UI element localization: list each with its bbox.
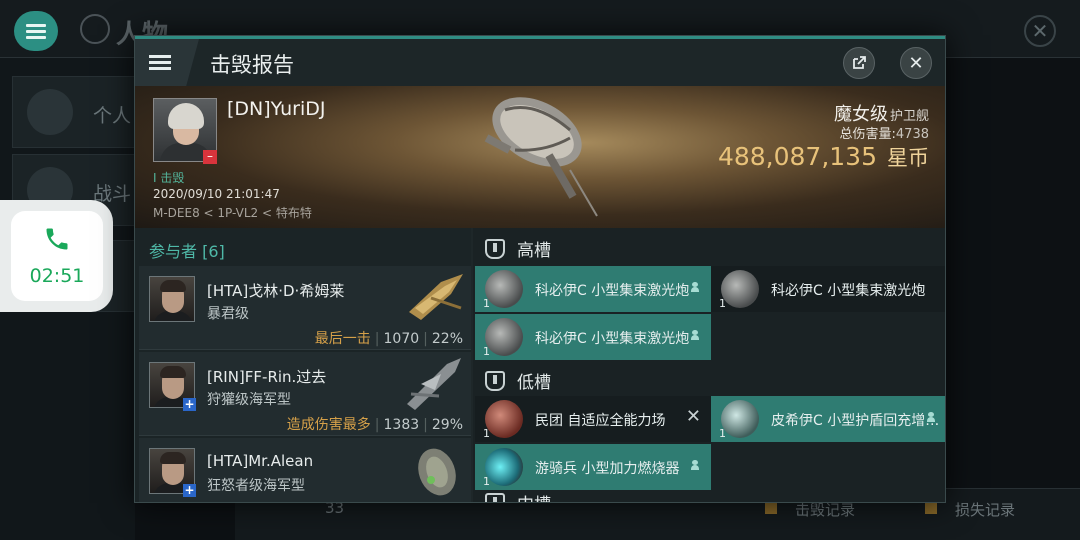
participant-ship: 暴君级	[207, 306, 249, 322]
call-timer: 02:51	[29, 265, 85, 287]
module-label: 科必伊C 小型集束激光炮	[535, 331, 690, 347]
participant-ship: 狂怒者级海军型	[207, 478, 305, 494]
module-slot[interactable]: 1 民团 自适应全能力场 ✕	[475, 396, 711, 442]
dialog-close-button[interactable]: ✕	[900, 47, 932, 79]
mid-slots-header: 中槽	[485, 490, 551, 502]
call-indicator[interactable]: 02:51	[0, 200, 113, 312]
participant-ship-icon	[409, 274, 463, 320]
fitting-panel[interactable]: 高槽 1 科必伊C 小型集束激光炮 1 科必伊C 小型集束激光炮 1 科必伊C …	[473, 228, 945, 502]
person-icon	[691, 460, 699, 470]
victim-name[interactable]: [DN]YuriDJ	[227, 98, 325, 120]
loss-log-tab[interactable]: 损失记录	[955, 499, 1015, 520]
module-slot[interactable]: 1 皮希伊C 小型护盾回充增…	[711, 396, 945, 442]
shield-module-icon	[485, 400, 523, 438]
participant-stats: 造成伤害最多 | 1383 | 29%	[286, 417, 463, 433]
participant-row[interactable]: + [HTA]Mr.Alean 狂怒者级海军型	[139, 438, 471, 502]
module-label: 游骑兵 小型加力燃烧器	[535, 461, 680, 477]
sidebar-item-label: 个人	[93, 105, 132, 127]
module-quantity: 1	[719, 297, 726, 310]
participant-row[interactable]: [HTA]戈林·D·希姆莱 暴君级 最后一击 | 1070 | 22%	[139, 266, 471, 350]
low-slots-header: 低槽	[485, 368, 551, 393]
module-quantity: 1	[483, 427, 490, 440]
kill-datetime: 2020/09/10 21:01:47	[153, 187, 280, 201]
laser-module-icon	[485, 318, 523, 356]
module-label: 科必伊C 小型集束激光炮	[771, 283, 926, 299]
dialog-header: 击毁报告 ✕	[135, 36, 945, 86]
share-icon	[853, 56, 866, 69]
victim-banner: – [DN]YuriDJ I 击毁 2020/09/10 21:01:47 M-…	[135, 86, 945, 228]
close-icon: ✕	[908, 52, 924, 74]
main-menu-button[interactable]	[14, 11, 58, 51]
module-slot[interactable]: 1 科必伊C 小型集束激光炮	[711, 266, 945, 312]
destroyed-label: I 击毁	[153, 171, 185, 185]
shield-booster-icon	[721, 400, 759, 438]
participant-row[interactable]: + [RIN]FF-Rin.过去 狩獾级海军型 造成伤害最多 | 1383 | 29%	[139, 352, 471, 436]
kill-log-icon	[765, 502, 777, 514]
dialog-menu-button[interactable]	[135, 39, 199, 86]
isk-value: 488,087,135 星币	[717, 142, 929, 171]
call-card[interactable]: 02:51	[11, 211, 103, 301]
character-icon	[80, 14, 110, 44]
destroyed-icon: ✕	[685, 406, 701, 427]
plus-icon: +	[183, 397, 196, 411]
participant-ship-icon	[407, 358, 461, 410]
kill-location[interactable]: M-DEE8 < 1P-VL2 < 特布特	[153, 204, 312, 221]
menu-icon	[149, 52, 171, 73]
person-icon	[927, 412, 935, 422]
slot-icon	[485, 492, 505, 502]
participant-avatar	[149, 276, 195, 322]
menu-icon	[26, 21, 46, 42]
participant-name: [HTA]Mr.Alean	[207, 452, 314, 470]
module-label: 科必伊C 小型集束激光炮	[535, 283, 690, 299]
slot-icon	[485, 370, 505, 391]
module-quantity: 1	[483, 345, 490, 358]
participants-header: 参与者 [6]	[149, 242, 225, 261]
high-slots-header: 高槽	[485, 236, 551, 261]
person-icon	[691, 282, 699, 292]
laser-module-icon	[485, 270, 523, 308]
person-icon	[691, 330, 699, 340]
laser-module-icon	[721, 270, 759, 308]
afterburner-icon	[485, 448, 523, 486]
personal-icon	[27, 89, 73, 135]
loss-log-icon	[925, 502, 937, 514]
dialog-title: 击毁报告	[210, 53, 294, 77]
plus-icon: +	[183, 483, 196, 497]
share-button[interactable]	[843, 47, 875, 79]
slot-icon	[485, 238, 505, 259]
module-slot[interactable]: 1 游骑兵 小型加力燃烧器	[475, 444, 711, 490]
module-quantity: 1	[483, 297, 490, 310]
close-icon: ✕	[1031, 19, 1049, 43]
module-quantity: 1	[483, 475, 490, 488]
participant-name: [HTA]戈林·D·希姆莱	[207, 282, 345, 300]
victim-ship-image[interactable]	[475, 90, 615, 222]
total-damage: 总伤害量:4738	[839, 127, 929, 142]
participant-stats: 最后一击 | 1070 | 22%	[314, 331, 463, 347]
module-slot[interactable]: 1 科必伊C 小型集束激光炮	[475, 314, 711, 360]
kill-report-dialog: 击毁报告 ✕ – [DN]YuriDJ I 击毁 2020/09/10 21:0…	[134, 35, 946, 503]
module-label: 民团 自适应全能力场	[535, 413, 666, 429]
page-close-button[interactable]: ✕	[1024, 15, 1056, 47]
participant-ship-icon	[418, 448, 456, 496]
corp-badge-icon: –	[203, 150, 217, 164]
phone-icon	[46, 228, 68, 250]
participant-ship: 狩獾级海军型	[207, 392, 291, 408]
participants-panel[interactable]: 参与者 [6] [HTA]戈林·D·希姆莱 暴君级 最后一击 | 1070 | 22% …	[135, 228, 471, 502]
module-slot[interactable]: 1 科必伊C 小型集束激光炮	[475, 266, 711, 312]
participant-name: [RIN]FF-Rin.过去	[207, 368, 327, 386]
sidebar-item-personal[interactable]: 个人	[12, 76, 142, 148]
module-quantity: 1	[719, 427, 726, 440]
module-label: 皮希伊C 小型护盾回充增…	[771, 413, 939, 429]
